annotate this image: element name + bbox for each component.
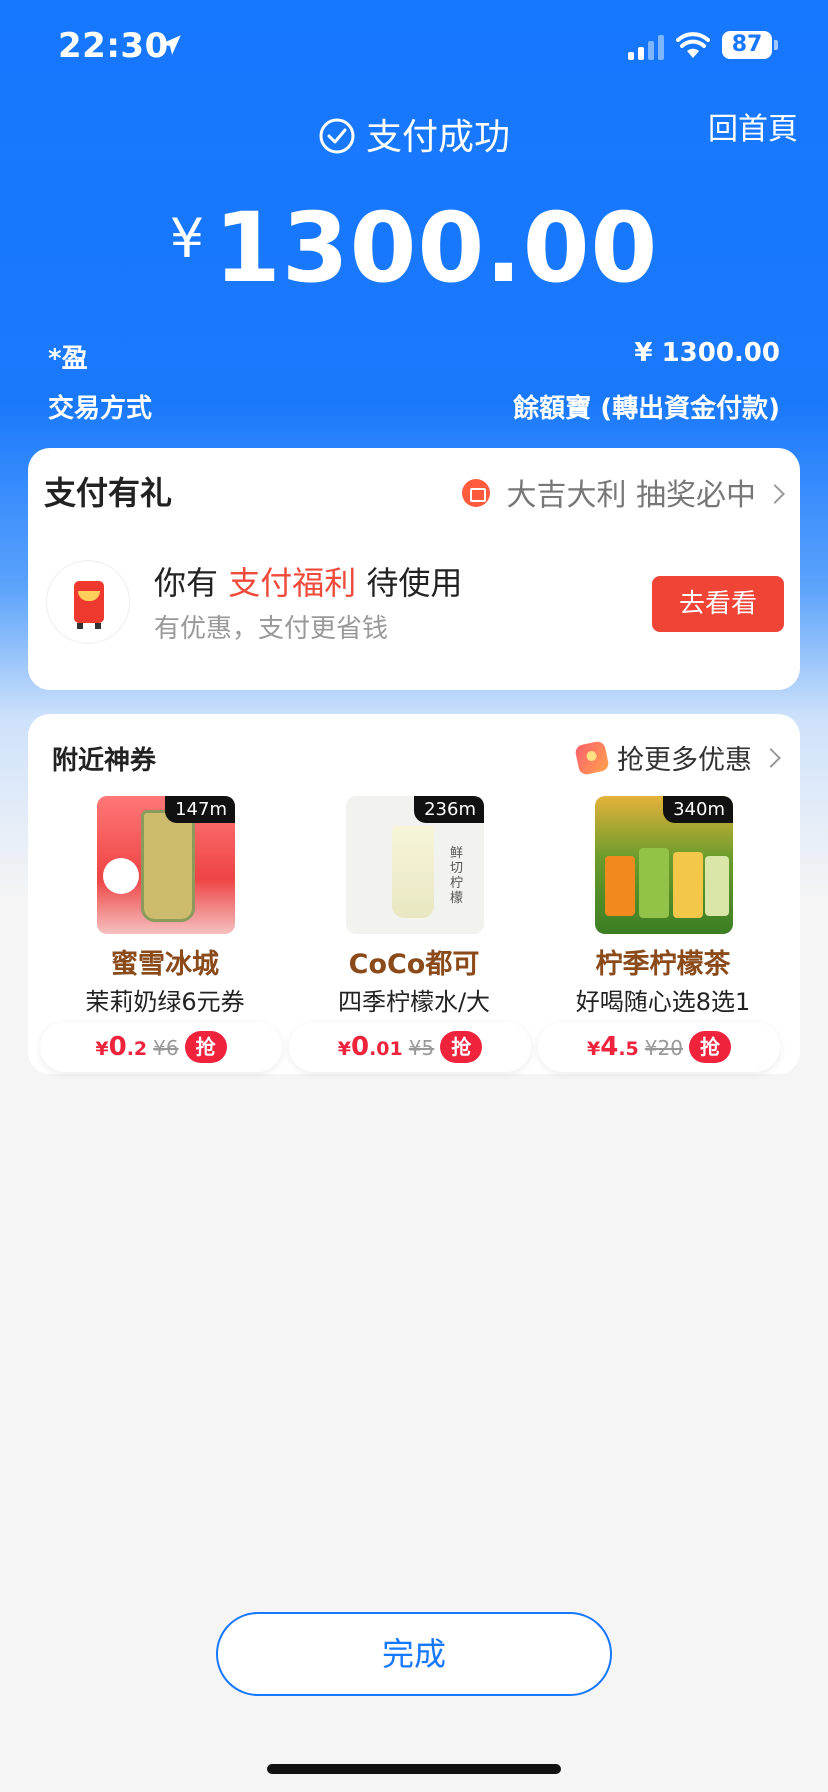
coupon-original-price: ¥6	[153, 1036, 179, 1060]
cellular-signal-icon	[628, 34, 666, 60]
more-deals-text: 抢更多优惠	[617, 745, 752, 776]
grab-button[interactable]: 抢	[440, 1031, 483, 1063]
coupon-product-image: 鲜切柠檬 236m	[346, 796, 484, 934]
gift-icon	[462, 479, 491, 507]
coupon-item[interactable]: 147m 蜜雪冰城 茉莉奶绿6元券 ¥0.2 ¥6 抢	[40, 796, 290, 1072]
distance-badge: 340m	[663, 796, 733, 823]
battery-level: 87	[722, 31, 772, 59]
lottery-promo-link[interactable]: 大吉大利 抽奖必中	[462, 470, 785, 514]
grab-button[interactable]: 抢	[184, 1031, 227, 1063]
status-time: 22:30	[58, 26, 169, 66]
payment-status-text: 支付成功	[365, 117, 510, 158]
coupon-store-name: CoCo都可	[348, 949, 480, 980]
coupon-price: ¥0.01	[337, 1032, 403, 1062]
coupon-description: 茉莉奶绿6元券	[85, 988, 245, 1016]
red-packet-icon	[574, 740, 610, 776]
welfare-headline: 你有 支付福利 待使用	[154, 564, 463, 602]
chevron-right-icon	[765, 484, 785, 504]
view-welfare-button[interactable]: 去看看	[652, 576, 784, 632]
coupon-price: ¥4.5	[587, 1032, 639, 1062]
coupon-price-pill[interactable]: ¥4.5 ¥20 抢	[538, 1022, 780, 1072]
payee-amount: ¥ 1300.00	[634, 338, 780, 368]
payee-row: *盈 ¥ 1300.00	[48, 338, 780, 375]
payment-gift-card: 支付有礼 大吉大利 抽奖必中 你有 支付福利 待使用 有优惠，支付更省钱 去看看	[28, 448, 800, 690]
red-envelope-icon	[46, 560, 130, 644]
coupon-product-image: 147m	[97, 796, 235, 934]
grab-button[interactable]: 抢	[688, 1031, 731, 1063]
coupon-price-pill[interactable]: ¥0.01 ¥5 抢	[289, 1022, 531, 1072]
home-indicator[interactable]	[267, 1764, 561, 1774]
payee-name: *盈	[48, 344, 88, 374]
coupon-description: 好喝随心选8选1	[575, 988, 751, 1016]
coupon-item[interactable]: 340m 柠季柠檬茶 好喝随心选8选1 ¥4.5 ¥20 抢	[538, 796, 788, 1072]
home-link[interactable]: 回首頁	[708, 104, 798, 148]
nearby-coupons-title: 附近神券	[52, 746, 157, 776]
amount-value: 1300.00	[214, 192, 659, 304]
amount-currency: ¥	[169, 207, 205, 270]
gift-card-title: 支付有礼	[44, 474, 173, 512]
check-circle-icon	[319, 118, 355, 154]
location-arrow-icon	[161, 35, 181, 55]
coupon-original-price: ¥5	[408, 1036, 435, 1060]
coupon-price: ¥0.2	[95, 1032, 148, 1062]
payment-amount: ¥1300.00	[0, 192, 828, 304]
wifi-icon	[676, 32, 710, 58]
more-deals-link[interactable]: 抢更多优惠	[574, 738, 781, 777]
coupon-product-image: 340m	[595, 796, 733, 934]
coupon-original-price: ¥20	[644, 1036, 683, 1060]
payment-method-row: 交易方式 餘額寶 (轉出資金付款)	[48, 388, 780, 425]
nearby-coupons-card: 附近神券 抢更多优惠 147m 蜜雪冰城 茉莉奶绿6元券 ¥0.2 ¥6 抢 鲜切柠…	[28, 714, 800, 1074]
coupon-store-name: 蜜雪冰城	[111, 949, 219, 980]
status-bar: 22:30 87	[0, 0, 828, 96]
welfare-subtext: 有优惠，支付更省钱	[154, 614, 389, 644]
chevron-right-icon	[761, 748, 781, 768]
coupon-image-text: 鲜切柠檬	[450, 846, 464, 906]
welfare-highlight: 支付福利	[228, 564, 357, 602]
lottery-promo-text: 大吉大利 抽奖必中	[506, 478, 756, 513]
coupon-item[interactable]: 鲜切柠檬 236m CoCo都可 四季柠檬水/大 ¥0.01 ¥5 抢	[289, 796, 539, 1072]
coupon-price-pill[interactable]: ¥0.2 ¥6 抢	[40, 1022, 282, 1072]
payment-method-value: 餘額寶 (轉出資金付款)	[513, 394, 780, 424]
coupon-store-name: 柠季柠檬茶	[595, 949, 731, 980]
distance-badge: 147m	[165, 796, 235, 823]
done-button[interactable]: 完成	[216, 1612, 612, 1696]
battery-tip	[774, 40, 778, 50]
payment-status: 支付成功	[0, 108, 828, 160]
distance-badge: 236m	[414, 796, 484, 823]
coupon-description: 四季柠檬水/大	[337, 988, 491, 1016]
payment-method-label: 交易方式	[48, 394, 153, 424]
